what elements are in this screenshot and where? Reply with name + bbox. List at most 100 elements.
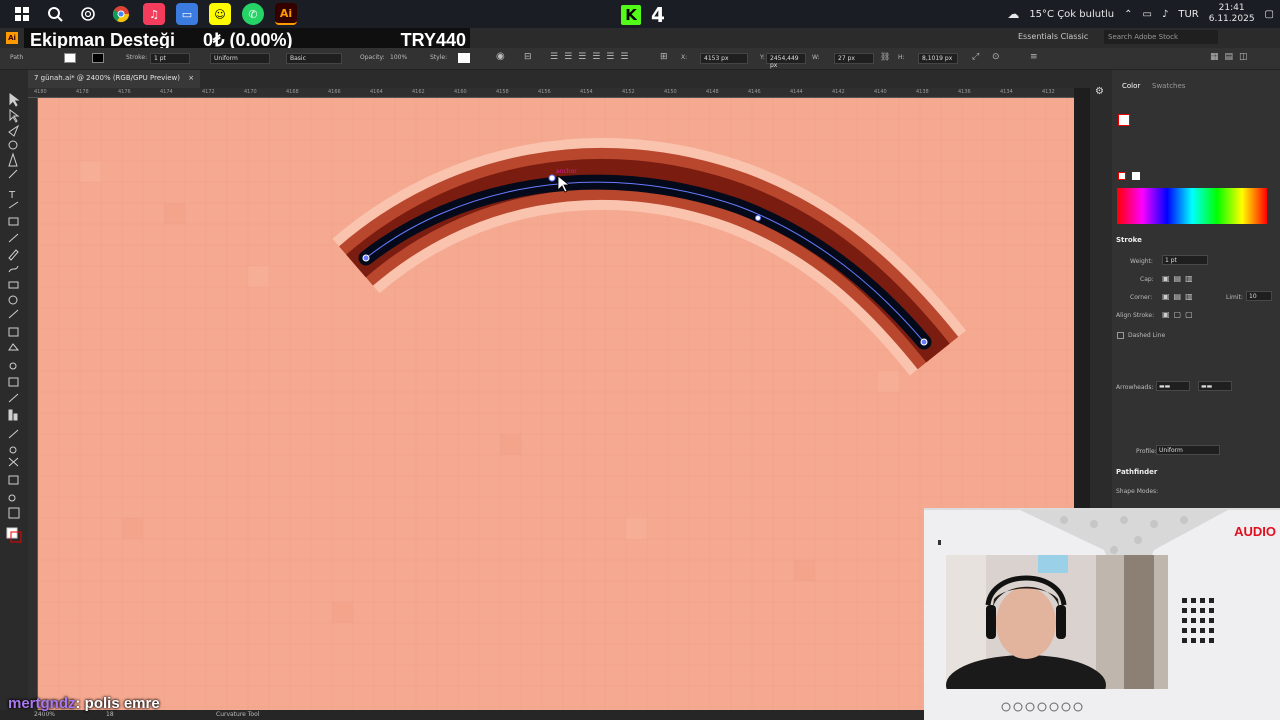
- w-field[interactable]: 27 px: [834, 53, 874, 64]
- lace-trim-icon: [1001, 702, 1083, 712]
- h-field[interactable]: 8,1019 px: [918, 53, 958, 64]
- rec-indicator: [938, 540, 941, 545]
- profile-select[interactable]: Uniform: [1156, 445, 1220, 455]
- webcam-overlay: AUDIO: [924, 508, 1280, 720]
- y-label: Y:: [760, 54, 765, 61]
- ruler-label: 4136: [958, 89, 971, 95]
- horizontal-ruler[interactable]: 4180 4178 4176 4174 4172 4170 4168 4166 …: [28, 88, 1074, 98]
- workspace-switcher[interactable]: Essentials Classic: [1018, 32, 1088, 41]
- start-arrowhead-select[interactable]: ▬▬: [1156, 381, 1190, 391]
- brush-definition[interactable]: Basic: [286, 53, 342, 64]
- ruler-label: 4162: [412, 89, 425, 95]
- illustrator-taskbar-icon[interactable]: Ai: [275, 3, 297, 25]
- pixelated-artwork: [38, 98, 1074, 710]
- ruler-label: 4150: [664, 89, 677, 95]
- close-icon[interactable]: ×: [188, 74, 194, 82]
- recolor-icon[interactable]: ◉: [496, 51, 505, 62]
- zoom-level[interactable]: 2400%: [34, 711, 55, 718]
- chat-message: mertgndz: polis emre: [8, 695, 160, 712]
- align-to-icon[interactable]: ⊟: [524, 52, 532, 62]
- corner-buttons-icon[interactable]: ▣▤▥: [1162, 292, 1197, 301]
- graphic-style-swatch[interactable]: [458, 53, 470, 63]
- shape-modes-label: Shape Modes:: [1116, 488, 1159, 495]
- network-icon[interactable]: ▭: [1143, 9, 1152, 20]
- dashed-line-label: Dashed Line: [1128, 332, 1166, 339]
- arrowheads-label: Arrowheads:: [1116, 384, 1154, 391]
- variable-width-profile[interactable]: Uniform: [210, 53, 270, 64]
- align-stroke-buttons-icon[interactable]: ▣▢▢: [1162, 310, 1197, 319]
- isolate-object-icon[interactable]: ⊙: [992, 52, 1000, 62]
- limit-field[interactable]: 10: [1246, 291, 1272, 301]
- stroke-weight-field[interactable]: 1 pt: [150, 53, 190, 64]
- style-label: Style:: [430, 54, 448, 61]
- stroke-swatch[interactable]: [92, 53, 104, 63]
- stream-brand: K 4: [621, 3, 665, 27]
- artboard-number[interactable]: 18: [106, 711, 114, 718]
- pathfinder-panel-title[interactable]: Pathfinder: [1116, 468, 1157, 476]
- tool-icons[interactable]: T: [0, 88, 28, 648]
- dashed-line-checkbox[interactable]: [1117, 332, 1124, 339]
- control-menu-icon[interactable]: ≡: [1030, 52, 1038, 62]
- transform-reference-icon[interactable]: ⊞: [660, 52, 668, 62]
- x-field[interactable]: 4153 px: [700, 53, 748, 64]
- fill-stroke-proxy-icon[interactable]: [1118, 114, 1130, 126]
- notification-icon[interactable]: ▢: [1265, 9, 1274, 20]
- weather-text[interactable]: 15°C Çok bulutlu: [1029, 9, 1114, 20]
- chatgpt-icon[interactable]: [77, 3, 99, 25]
- snapchat-icon[interactable]: ☺: [209, 3, 231, 25]
- y-field[interactable]: 2454,449 px: [766, 53, 806, 69]
- stroke-panel-title[interactable]: Stroke: [1116, 236, 1142, 244]
- volume-icon[interactable]: ♪: [1162, 9, 1168, 20]
- cap-label: Cap:: [1140, 276, 1154, 283]
- ruler-label: 4180: [34, 89, 47, 95]
- white-swatch-icon[interactable]: [1132, 172, 1140, 180]
- color-spectrum[interactable]: [1117, 188, 1267, 224]
- search-icon[interactable]: [44, 3, 66, 25]
- music-app-icon[interactable]: ♫: [143, 3, 165, 25]
- cap-buttons-icon[interactable]: ▣▤▥: [1162, 274, 1197, 283]
- clock-date: 6.11.2025: [1208, 14, 1255, 24]
- link-proportions-icon[interactable]: ⛓: [880, 52, 890, 61]
- stroke-label: Stroke:: [126, 54, 148, 61]
- ruler-label: 4138: [916, 89, 929, 95]
- adobe-stock-search[interactable]: Search Adobe Stock: [1104, 30, 1218, 44]
- screen-recorder-icon[interactable]: ▭: [176, 3, 198, 25]
- transform-icon[interactable]: ⤢: [972, 52, 979, 62]
- panel-toggle-icon[interactable]: ⚙: [1095, 86, 1104, 97]
- profile-label: Profile:: [1136, 448, 1157, 455]
- current-tool-status[interactable]: Curvature Tool: [216, 711, 259, 718]
- weight-field[interactable]: 1 pt: [1162, 255, 1208, 265]
- opacity-label[interactable]: Opacity:: [360, 54, 385, 61]
- fill-swatch[interactable]: [64, 53, 76, 63]
- align-buttons-icon[interactable]: ☰☰☰☰☰☰: [550, 52, 634, 62]
- whatsapp-icon[interactable]: ✆: [242, 3, 264, 25]
- none-swatch-icon[interactable]: [1118, 172, 1126, 180]
- opacity-value[interactable]: 100%: [390, 54, 407, 61]
- weight-label: Weight:: [1130, 258, 1153, 265]
- corner-label: Corner:: [1130, 294, 1153, 301]
- ruler-label: 4156: [538, 89, 551, 95]
- ruler-label: 4170: [244, 89, 257, 95]
- vertical-ruler[interactable]: [28, 98, 38, 710]
- kick-logo-icon: K: [621, 5, 641, 25]
- ruler-label: 4164: [370, 89, 383, 95]
- windows-start-icon[interactable]: [11, 3, 33, 25]
- ruler-label: 4174: [160, 89, 173, 95]
- chevron-up-icon[interactable]: ⌃: [1124, 9, 1132, 20]
- system-tray: ☁ 15°C Çok bulutlu ⌃ ▭ ♪ TUR 21:41 6.11.…: [1007, 0, 1274, 28]
- clock[interactable]: 21:41 6.11.2025: [1209, 3, 1255, 25]
- language-indicator[interactable]: TUR: [1178, 9, 1198, 20]
- tools-panel: T: [0, 88, 28, 710]
- document-tab[interactable]: 7 günah.ai* @ 2400% (RGB/GPU Preview) ×: [28, 70, 201, 88]
- ruler-label: 4144: [790, 89, 803, 95]
- svg-text:T: T: [8, 190, 16, 201]
- chrome-icon[interactable]: [110, 3, 132, 25]
- ruler-label: 4134: [1000, 89, 1013, 95]
- arrange-documents-icon[interactable]: ▦▤◫: [1210, 52, 1254, 62]
- tab-color[interactable]: Color: [1122, 82, 1140, 90]
- chat-text: : polis emre: [75, 695, 160, 712]
- end-arrowhead-select[interactable]: ▬▬: [1198, 381, 1232, 391]
- artboard-canvas[interactable]: anchor: [38, 98, 1074, 710]
- screen: ♫ ▭ ☺ ✆ Ai K 4 ☁ 15°C Çok bulutlu ⌃ ▭ ♪ …: [0, 0, 1280, 720]
- tab-swatches[interactable]: Swatches: [1152, 82, 1185, 90]
